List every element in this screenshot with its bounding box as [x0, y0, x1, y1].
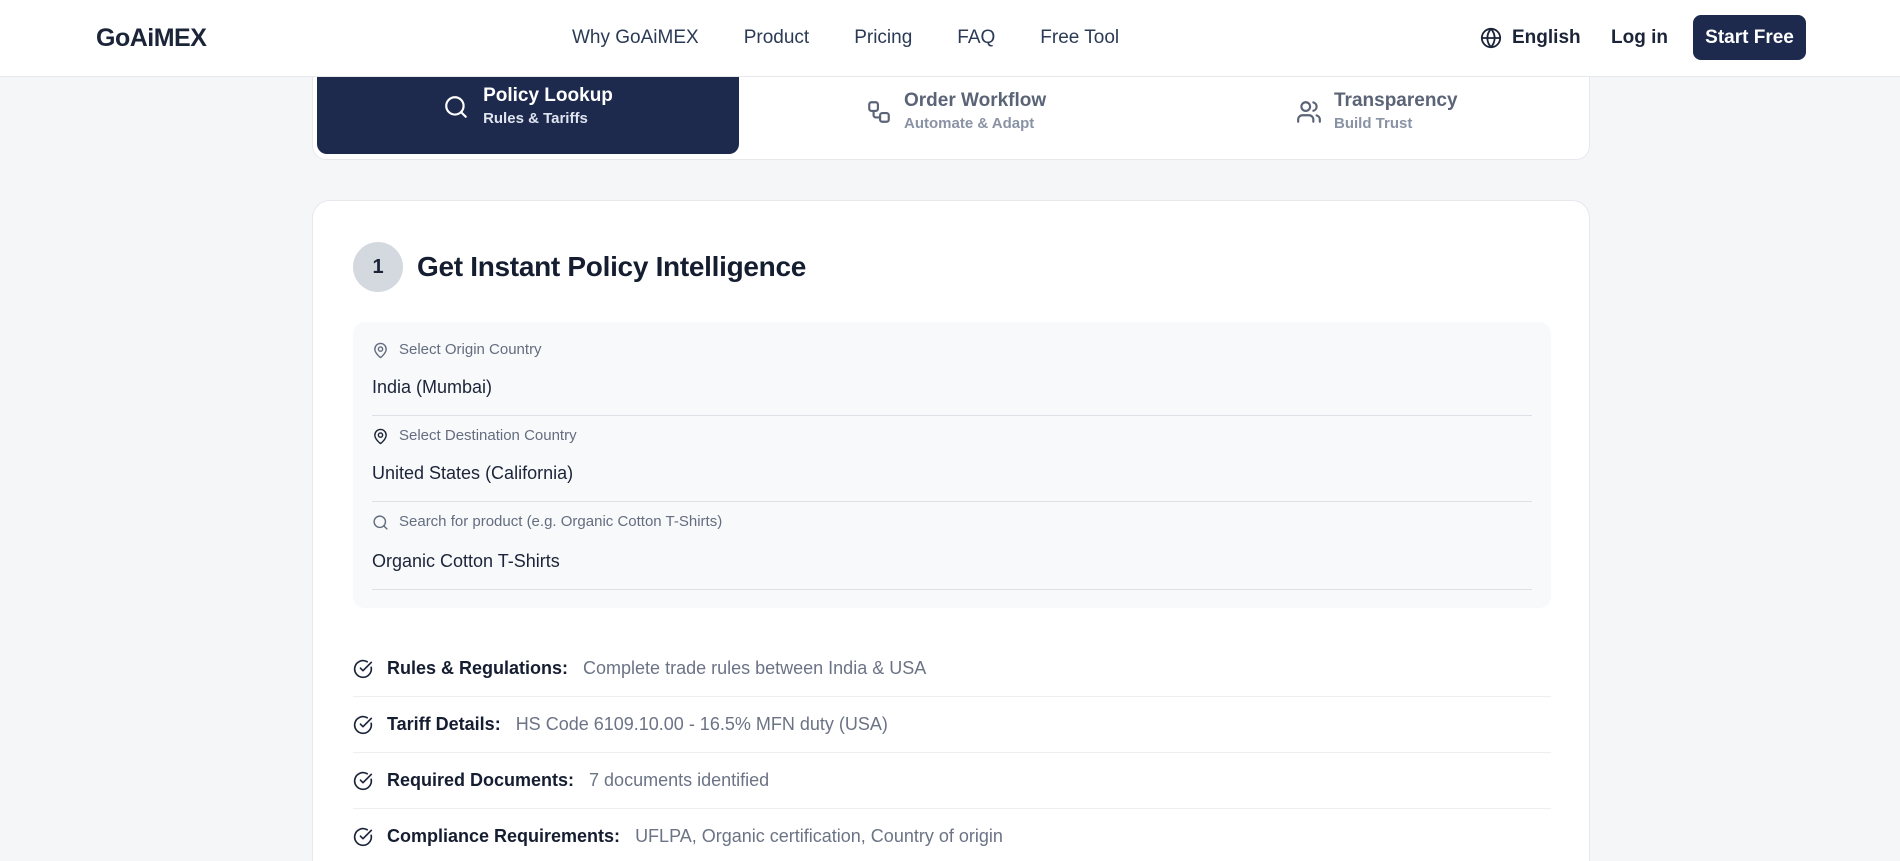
tab-order-workflow-text: Order Workflow Automate & Adapt	[904, 90, 1046, 134]
goaimex-logo[interactable]: GoAiMEX	[96, 22, 207, 54]
feature-label: Compliance Requirements:	[387, 826, 621, 846]
nav-faq[interactable]: FAQ	[957, 24, 995, 52]
map-pin-icon	[374, 342, 387, 358]
check-circle-icon	[353, 715, 373, 734]
feature-value: Complete trade rules between India & USA	[583, 658, 927, 678]
language-label: English	[1512, 27, 1581, 48]
origin-country-label: Select Origin Country	[372, 340, 1532, 360]
check-circle-icon	[353, 827, 373, 846]
main-nav: Why GoAiMEX Product Pricing FAQ Free Too…	[572, 24, 1164, 52]
search-icon	[373, 514, 388, 530]
tab-subtitle: Rules & Tariffs	[483, 110, 588, 127]
feature-value: UFLPA, Organic certification, Country of…	[635, 826, 1003, 846]
feature-item-tariff: Tariff Details: HS Code 6109.10.00 - 16.…	[353, 697, 1551, 753]
tab-transparency-text: Transparency Build Trust	[1334, 90, 1458, 134]
search-icon	[445, 96, 467, 118]
map-pin-icon	[374, 428, 387, 444]
feature-item-documents: Required Documents: 7 documents identifi…	[353, 753, 1551, 809]
policy-intelligence-card: 1 Get Instant Policy Intelligence Select…	[312, 200, 1590, 861]
feature-label: Rules & Regulations:	[387, 658, 569, 678]
destination-country-label: Select Destination Country	[372, 426, 1532, 446]
tab-subtitle: Build Trust	[1334, 115, 1413, 132]
logo-text: GoAiMEX	[96, 23, 207, 52]
product-search-label-text: Search for product (e.g. Organic Cotton …	[399, 513, 723, 530]
nav-free-tool[interactable]: Free Tool	[1040, 24, 1119, 52]
feature-list: Rules & Regulations: Complete trade rule…	[353, 641, 1551, 861]
check-circle-icon	[353, 659, 373, 678]
users-icon	[1297, 101, 1321, 123]
product-search-field[interactable]: Search for product (e.g. Organic Cotton …	[372, 512, 1532, 590]
start-free-button[interactable]: Start Free	[1693, 15, 1806, 60]
destination-country-field[interactable]: Select Destination Country United States…	[372, 426, 1532, 502]
check-circle-icon	[353, 771, 373, 790]
nav-pricing[interactable]: Pricing	[854, 24, 912, 52]
tab-policy-lookup-text: Policy Lookup Rules & Tariffs	[483, 85, 613, 129]
site-header: GoAiMEX Why GoAiMEX Product Pricing FAQ …	[0, 0, 1900, 77]
origin-country-value: India (Mumbai)	[372, 377, 493, 397]
origin-label-text: Select Origin Country	[399, 341, 542, 358]
lookup-form: Select Origin Country India (Mumbai) Sel…	[353, 322, 1551, 608]
feature-label: Required Documents:	[387, 770, 575, 790]
nav-product[interactable]: Product	[744, 24, 809, 52]
tab-title: Transparency	[1334, 90, 1458, 111]
login-link[interactable]: Log in	[1611, 24, 1668, 52]
product-search-label: Search for product (e.g. Organic Cotton …	[372, 512, 1532, 532]
feature-label: Tariff Details:	[387, 714, 501, 734]
feature-item-compliance: Compliance Requirements: UFLPA, Organic …	[353, 809, 1551, 861]
workflow-icon	[868, 101, 890, 123]
product-search-value: Organic Cotton T-Shirts	[372, 551, 560, 571]
destination-label-text: Select Destination Country	[399, 427, 577, 444]
tab-title: Order Workflow	[904, 90, 1047, 111]
tab-title: Policy Lookup	[483, 85, 613, 106]
tab-transparency[interactable]: Transparency Build Trust	[1296, 90, 1458, 134]
globe-icon	[1480, 27, 1502, 49]
nav-why-goaimex[interactable]: Why GoAiMEX	[572, 24, 699, 52]
destination-country-value: United States (California)	[372, 463, 574, 483]
language-selector[interactable]: English	[1480, 24, 1581, 52]
tab-subtitle: Automate & Adapt	[904, 115, 1035, 132]
feature-value: 7 documents identified	[589, 770, 770, 790]
step-number-badge: 1	[353, 242, 403, 292]
section-title: Get Instant Policy Intelligence	[417, 251, 807, 282]
origin-country-field[interactable]: Select Origin Country India (Mumbai)	[372, 340, 1532, 416]
tab-order-workflow[interactable]: Order Workflow Automate & Adapt	[866, 90, 1046, 134]
feature-value: HS Code 6109.10.00 - 16.5% MFN duty (USA…	[515, 714, 888, 734]
feature-item-rules: Rules & Regulations: Complete trade rule…	[353, 641, 1551, 697]
